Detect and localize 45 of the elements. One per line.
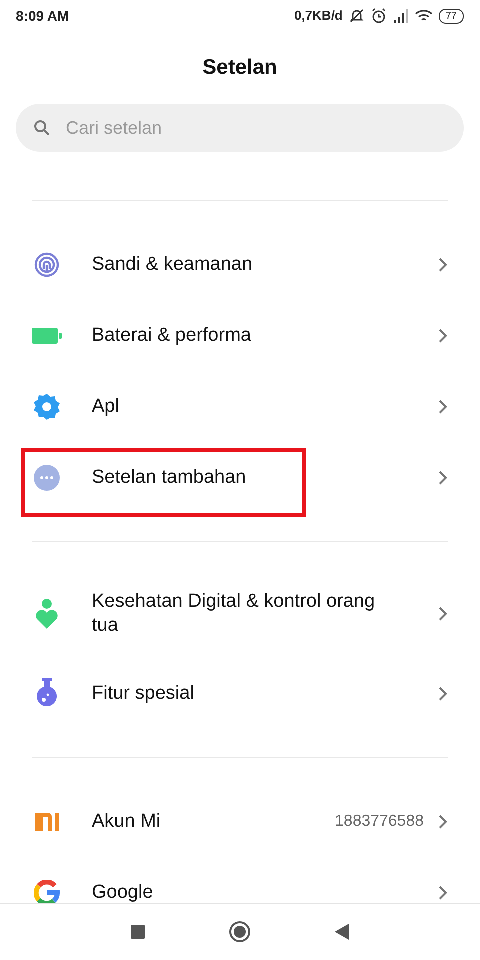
chevron-right-icon <box>438 398 448 414</box>
settings-item[interactable]: Apl <box>0 371 480 442</box>
chevron-right-icon <box>438 256 448 272</box>
mi-logo-icon <box>35 812 59 830</box>
chevron-right-icon <box>438 328 448 344</box>
battery-icon <box>32 328 62 344</box>
item-label: Google <box>92 880 154 903</box>
status-time: 8:09 AM <box>16 6 70 26</box>
chevron-right-icon <box>438 470 448 486</box>
item-label: Baterai & performa <box>92 324 252 348</box>
back-button[interactable] <box>335 924 349 940</box>
bell-off-icon <box>348 8 365 24</box>
item-label: Apl <box>92 394 120 418</box>
home-button[interactable] <box>229 921 251 943</box>
settings-item[interactable]: Kesehatan Digital & kontrol orang tua <box>0 570 480 658</box>
chevron-right-icon <box>438 814 448 830</box>
wifi-icon <box>414 9 433 23</box>
settings-item[interactable]: Akun Mi 1883776588 <box>0 786 480 857</box>
settings-item[interactable]: Setelan tambahan <box>0 442 480 513</box>
settings-item[interactable]: Sandi & keamanan <box>0 229 480 300</box>
person-heart-icon <box>35 599 59 629</box>
settings-item[interactable]: Fitur spesial <box>0 658 480 729</box>
settings-item[interactable]: Google <box>0 857 480 903</box>
chevron-right-icon <box>438 606 448 622</box>
flask-icon <box>35 678 59 710</box>
fingerprint-icon <box>34 252 60 278</box>
signal-icon <box>392 9 409 23</box>
settings-item[interactable]: Baterai & performa <box>0 300 480 371</box>
page-title: Setelan <box>202 55 278 82</box>
chevron-right-icon <box>438 884 448 900</box>
network-speed: 0,7KB/d <box>294 7 343 26</box>
item-label: Sandi & keamanan <box>92 252 254 276</box>
item-label: Fitur spesial <box>92 682 196 706</box>
battery-indicator: 77 <box>438 8 464 24</box>
item-value: 1883776588 <box>335 812 424 832</box>
item-label: Kesehatan Digital & kontrol orang tua <box>92 590 376 638</box>
chevron-right-icon <box>438 686 448 702</box>
search-field[interactable]: Cari setelan <box>16 104 464 152</box>
item-label: Akun Mi <box>92 810 162 834</box>
gear-icon <box>33 392 61 420</box>
search-icon <box>34 120 50 136</box>
alarm-icon <box>370 8 387 24</box>
google-logo-icon <box>34 880 60 903</box>
more-icon <box>34 464 60 490</box>
item-label: Setelan tambahan <box>92 466 248 490</box>
